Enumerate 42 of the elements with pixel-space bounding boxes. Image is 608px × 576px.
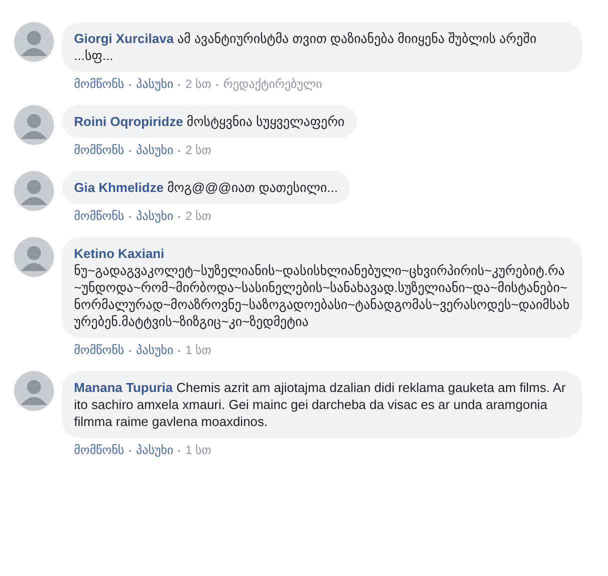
separator-dot	[178, 84, 180, 86]
timestamp-link[interactable]: 2 სთ	[185, 77, 212, 92]
avatar-icon[interactable]	[14, 371, 54, 411]
separator-dot	[216, 84, 218, 86]
timestamp-link[interactable]: 2 სთ	[185, 209, 212, 224]
separator-dot	[129, 350, 132, 352]
timestamp-link[interactable]: 1 სთ	[185, 343, 212, 358]
avatar-icon[interactable]	[14, 105, 54, 145]
separator-dot	[178, 150, 180, 152]
author-link[interactable]: Gia Khmelidze	[74, 180, 164, 195]
separator-dot	[129, 216, 132, 218]
timestamp-link[interactable]: 1 სთ	[185, 443, 212, 458]
comment-text: Roini Oqropiridze მოსტყვნია სუყველაფერი	[74, 113, 345, 130]
separator-dot	[178, 216, 180, 218]
author-link[interactable]: Manana Tupuria	[74, 380, 173, 395]
author-link[interactable]: Giorgi Xurcilava	[74, 31, 174, 46]
avatar-icon[interactable]	[14, 22, 54, 62]
reply-link[interactable]: პასუხი	[136, 209, 174, 224]
separator-dot	[178, 350, 180, 352]
separator-dot	[129, 150, 132, 152]
author-link[interactable]: Roini Oqropiridze	[74, 114, 184, 129]
comment-text: Ketino Kaxiani ნუ~გადაგვაკოლეტ~სუზელიანის~დასისხლიანებული~ცხვირპირის~კურებიტ.რა~უნდოდა~რომ~მირბოდა~სასინელების~სანახავად.სუზელიანი~და~მისტანები~ნორმალურად~მოაზროვნე~საზოგადოებასი~ტანადგომას~ვერასოდეს~დაიმსახურებენ.მატტვის~ზიზგიც~კი~ზედმეტია	[74, 245, 570, 330]
timestamp-link[interactable]: 2 სთ	[185, 143, 212, 158]
like-link[interactable]: მომწონს	[74, 343, 124, 358]
separator-dot	[129, 84, 132, 86]
reply-link[interactable]: პასუხი	[136, 343, 174, 358]
comment-text: Manana Tupuria Chemis azrit am ajiotajma dzalian didi reklama gauketa am films. Ar ito sachiro amxela xmauri. Gei mainc gei darcheba da visac es ar unda aramgonia filmma raime gavlena moaxdinos.	[74, 379, 567, 430]
like-link[interactable]: მომწონს	[74, 77, 124, 92]
like-link[interactable]: მომწონს	[74, 443, 124, 458]
separator-dot	[178, 450, 180, 452]
like-link[interactable]: მომწონს	[74, 143, 124, 158]
edited-link[interactable]: რედაქტირებული	[223, 77, 322, 92]
avatar-icon[interactable]	[14, 171, 54, 211]
avatar-icon[interactable]	[14, 237, 54, 277]
reply-link[interactable]: პასუხი	[136, 77, 174, 92]
separator-dot	[129, 450, 132, 452]
reply-link[interactable]: პასუხი	[136, 443, 174, 458]
comment-text: Gia Khmelidze მოგ@@@იათ დათესილი...	[74, 179, 338, 196]
author-link[interactable]: Ketino Kaxiani	[74, 246, 164, 261]
comment-text: Giorgi Xurcilava ამ ავანტიურისტმა თვით დაზიანება მიიყენა შუბლის არეში ...სფ...	[74, 30, 538, 64]
reply-link[interactable]: პასუხი	[136, 143, 174, 158]
like-link[interactable]: მომწონს	[74, 209, 124, 224]
